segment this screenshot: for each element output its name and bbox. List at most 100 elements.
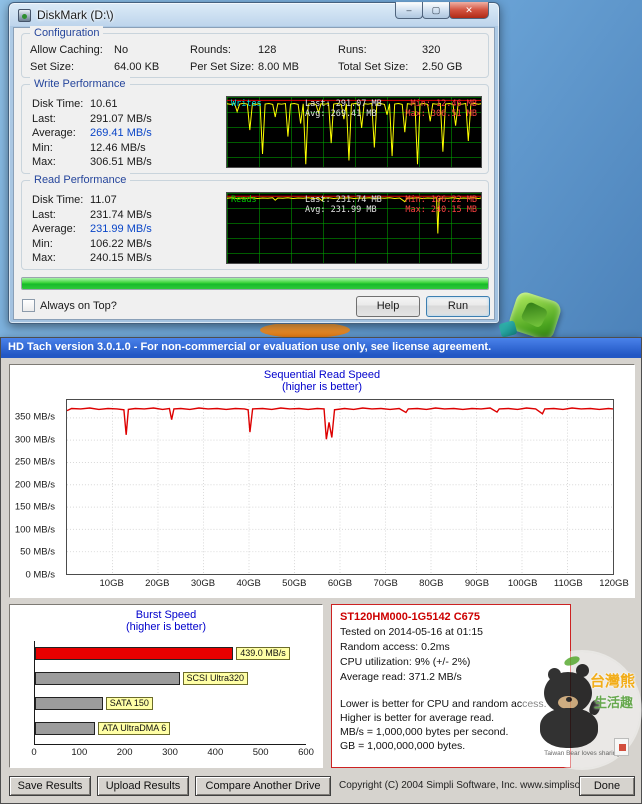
stat-row: Min:106.22 MB/s <box>32 237 218 252</box>
x-tick-label: 40GB <box>237 578 261 589</box>
stat-label: Max: <box>32 155 90 170</box>
write-graph-min: Min: 12.46 MB <box>410 99 477 109</box>
y-tick-label: 200 MB/s <box>15 479 55 490</box>
configuration-legend: Configuration <box>30 26 103 40</box>
read-graph-avg: Avg: 231.99 MB <box>305 205 377 215</box>
sequential-read-subtitle: (higher is better) <box>10 381 634 393</box>
stat-row: Max:306.51 MB/s <box>32 155 218 170</box>
stat-value: No <box>114 43 128 57</box>
write-graph-max: Max: 306.51 MB <box>405 109 477 119</box>
benchmark-progress-bar <box>21 277 489 290</box>
diskmark-titlebar[interactable]: DiskMark (D:\) – ▢ ✕ <box>9 3 499 27</box>
stat-label: Disk Time: <box>32 193 90 208</box>
info-line: Tested on 2014-05-16 at 01:15 <box>340 625 562 640</box>
stat-row: Per Set Size:8.00 MB <box>190 60 338 74</box>
stat-label: Allow Caching: <box>30 43 114 57</box>
diskmark-window: DiskMark (D:\) – ▢ ✕ Configuration Allow… <box>8 2 500 324</box>
x-tick-label: 600 <box>298 747 314 758</box>
watermark-text-1: 台灣熊 <box>590 670 635 691</box>
read-performance-groupbox: Read Performance Disk Time:11.07Last:231… <box>21 180 489 270</box>
run-button[interactable]: Run <box>426 296 490 317</box>
burst-bar-row: SATA 150 <box>35 691 306 716</box>
diskmark-app-icon <box>18 9 31 22</box>
write-graph-avg: Avg: 269.41 MB <box>305 109 377 119</box>
x-tick-label: 80GB <box>419 578 443 589</box>
write-stats: Disk Time:10.61Last:291.07 MB/sAverage:2… <box>32 97 218 170</box>
always-on-top-checkbox[interactable] <box>22 299 35 312</box>
always-on-top-label: Always on Top? <box>40 300 117 312</box>
x-tick-label: 10GB <box>100 578 124 589</box>
stat-label: Min: <box>32 141 90 156</box>
wallpaper-teal-shape <box>498 320 517 338</box>
stat-row: Last:291.07 MB/s <box>32 112 218 127</box>
close-icon[interactable]: ✕ <box>449 2 489 19</box>
wallpaper-orange-shape <box>260 322 350 338</box>
read-graph-last: Last: 231.74 MB <box>305 195 382 205</box>
stat-value: 8.00 MB <box>258 60 299 74</box>
stat-label: Disk Time: <box>32 97 90 112</box>
stat-label: Max: <box>32 251 90 266</box>
write-speed-graph: Writes Last: 291.07 MB Min: 12.46 MB Avg… <box>226 96 482 168</box>
stat-label: Min: <box>32 237 90 252</box>
y-tick-label: 0 MB/s <box>25 570 55 581</box>
stat-row: Min:12.46 MB/s <box>32 141 218 156</box>
x-tick-label: 30GB <box>191 578 215 589</box>
stat-label: Runs: <box>338 43 422 57</box>
stat-value: 11.07 <box>90 193 117 208</box>
caption-buttons: – ▢ ✕ <box>396 2 489 19</box>
stat-label: Set Size: <box>30 60 114 74</box>
stat-value: 128 <box>258 43 276 57</box>
diskmark-client-area: Configuration Allow Caching:No Rounds:128… <box>13 27 495 320</box>
x-tick-label: 90GB <box>465 578 489 589</box>
done-button[interactable]: Done <box>579 776 635 796</box>
stat-value: 106.22 MB/s <box>90 237 152 252</box>
y-tick-label: 350 MB/s <box>15 412 55 423</box>
compare-another-drive-button[interactable]: Compare Another Drive <box>195 776 331 796</box>
drive-model: ST120HM000-1G5142 C675 <box>340 610 562 625</box>
stat-value: 240.15 MB/s <box>90 251 152 266</box>
minimize-icon[interactable]: – <box>395 2 423 19</box>
sequential-read-chart-panel: Sequential Read Speed (higher is better)… <box>9 364 635 598</box>
stat-value: 306.51 MB/s <box>90 155 152 170</box>
watermark-stamp-icon <box>614 738 629 756</box>
burst-bar-row: 439.0 MB/s <box>35 641 306 666</box>
blog-watermark: 台灣熊 生活趣 Taiwan Bear loves sharing <box>524 650 642 776</box>
sequential-read-plot <box>66 399 614 575</box>
stat-label: Last: <box>32 112 90 127</box>
upload-results-button[interactable]: Upload Results <box>97 776 189 796</box>
y-tick-label: 150 MB/s <box>15 502 55 513</box>
burst-speed-title: Burst Speed <box>10 609 322 621</box>
x-tick-label: 300 <box>162 747 178 758</box>
save-results-button[interactable]: Save Results <box>9 776 91 796</box>
x-tick-label: 100 <box>71 747 87 758</box>
x-tick-label: 20GB <box>145 578 169 589</box>
x-tick-label: 400 <box>207 747 223 758</box>
bear-body-icon <box>540 708 598 748</box>
maximize-icon[interactable]: ▢ <box>422 2 450 19</box>
stat-row: Disk Time:10.61 <box>32 97 218 112</box>
read-performance-legend: Read Performance <box>30 173 130 187</box>
hdtach-titlebar[interactable]: HD Tach version 3.0.1.0 - For non-commer… <box>1 338 641 358</box>
y-tick-label: 300 MB/s <box>15 434 55 445</box>
burst-speed-chart-panel: Burst Speed (higher is better) 439.0 MB/… <box>9 604 323 768</box>
stat-value: 291.07 MB/s <box>90 112 152 127</box>
wallpaper-green-gem-core <box>520 301 549 329</box>
stat-value: 10.61 <box>90 97 118 112</box>
stat-row: Disk Time:11.07 <box>32 193 218 208</box>
stat-label: Average: <box>32 126 90 141</box>
x-tick-label: 50GB <box>282 578 306 589</box>
y-tick-label: 100 MB/s <box>15 524 55 535</box>
stat-row: Set Size:64.00 KB <box>30 60 190 74</box>
sequential-read-line <box>67 400 613 574</box>
y-tick-label: 50 MB/s <box>20 547 55 558</box>
x-tick-label: 60GB <box>328 578 352 589</box>
stat-row: Average:269.41 MB/s <box>32 126 218 141</box>
stat-label: Per Set Size: <box>190 60 258 74</box>
stat-row: Rounds:128 <box>190 43 338 57</box>
stat-value: 231.74 MB/s <box>90 208 152 223</box>
read-graph-min: Min: 106.22 MB <box>405 195 477 205</box>
stat-value: 231.99 MB/s <box>90 222 152 237</box>
sequential-read-y-axis: 350 MB/s300 MB/s250 MB/s200 MB/s150 MB/s… <box>10 399 60 575</box>
always-on-top-row: Always on Top? <box>22 299 117 312</box>
help-button[interactable]: Help <box>356 296 420 317</box>
